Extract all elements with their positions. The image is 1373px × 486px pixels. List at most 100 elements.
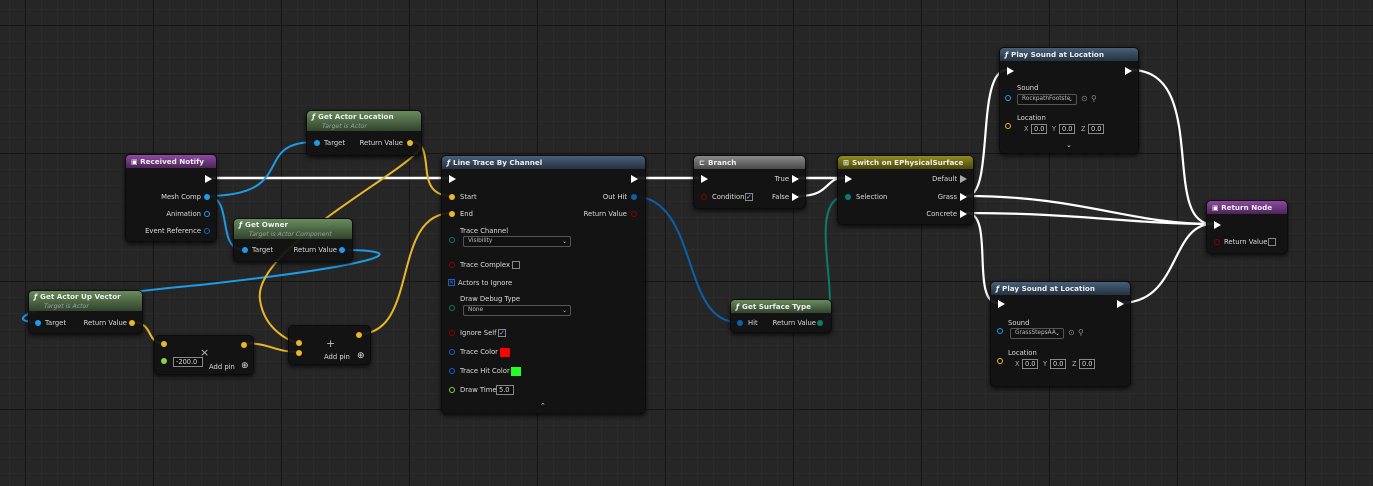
get-owner-return-pin[interactable]: [339, 247, 345, 253]
wire-exec-sound1-return: [1129, 68, 1214, 226]
ignore-self-pin[interactable]: [449, 330, 455, 336]
trace-complex-checkbox[interactable]: [512, 261, 520, 269]
get-actor-location-node[interactable]: ƒ Get Actor Location Target is Actor Targe…: [306, 110, 422, 156]
branch-icon: ⊏: [699, 158, 706, 167]
received-notify-node[interactable]: ▣ Received Notify Mesh Comp Animation Ev…: [125, 154, 217, 242]
branch-condition-checkbox[interactable]: ✓: [745, 193, 753, 201]
play-sound-2-sound-pin[interactable]: [997, 328, 1003, 334]
line-trace-exec-in-pin[interactable]: [449, 175, 456, 183]
switch-default-exec-pin[interactable]: [960, 175, 967, 183]
multiply-node[interactable]: × -200.0 Add pin ⊕: [154, 335, 254, 375]
add-pin-label[interactable]: Add pin: [324, 353, 350, 361]
get-owner-node[interactable]: ƒ Get Owner Target is Actor Component Targ…: [233, 218, 353, 262]
play-sound-1-header: ƒ Play Sound at Location: [1000, 48, 1138, 61]
get-owner-target-pin[interactable]: [242, 247, 248, 253]
play-sound-2-location-y[interactable]: 0.0: [1050, 359, 1066, 369]
line-trace-start-pin[interactable]: [449, 194, 455, 200]
branch-false-exec-pin[interactable]: [792, 193, 799, 201]
return-node-return-pin[interactable]: [1214, 239, 1220, 245]
draw-time-field[interactable]: 5.0: [496, 385, 514, 395]
expand-chevron-icon[interactable]: ⌄: [1066, 141, 1072, 149]
line-trace-return-pin[interactable]: [631, 211, 637, 217]
get-actor-location-return-pin[interactable]: [407, 140, 413, 146]
use-selected-asset-icon[interactable]: ⊙: [1068, 329, 1075, 337]
get-surface-type-return-pin[interactable]: [817, 320, 823, 326]
add-input-a-pin[interactable]: [296, 340, 302, 346]
multiply-input-b-pin[interactable]: [161, 358, 167, 364]
add-node[interactable]: + Add pin ⊕: [288, 325, 371, 365]
switch-exec-in-pin[interactable]: [845, 175, 852, 183]
trace-channel-pin[interactable]: [449, 237, 455, 243]
get-actor-up-vector-target-pin[interactable]: [35, 320, 41, 326]
switch-physical-surface-node[interactable]: ⊞ Switch on EPhysicalSurface Default Sele…: [837, 155, 974, 225]
animation-pin[interactable]: [204, 211, 210, 217]
get-actor-up-vector-return-pin[interactable]: [129, 320, 135, 326]
return-node-return-checkbox[interactable]: [1268, 238, 1276, 246]
play-sound-2-sound-dropdown[interactable]: GrassStepsAA ⌄: [1010, 328, 1064, 339]
add-output-pin[interactable]: [356, 332, 362, 338]
switch-selection-pin[interactable]: [845, 194, 851, 200]
chevron-down-icon: ⌄: [561, 238, 567, 245]
branch-node[interactable]: ⊏ Branch True Condition ✓ False: [693, 155, 806, 209]
draw-time-pin[interactable]: [449, 387, 455, 393]
trace-channel-dropdown[interactable]: Visibility ⌄: [463, 236, 571, 247]
draw-debug-type-dropdown[interactable]: None ⌄: [463, 305, 571, 316]
play-sound-2-location-pin[interactable]: [997, 358, 1003, 364]
draw-debug-type-value: None: [468, 307, 484, 313]
switch-concrete-exec-pin[interactable]: [960, 210, 967, 218]
play-sound-2-location-x[interactable]: 0.0: [1022, 359, 1038, 369]
multiply-value-field[interactable]: -200.0: [173, 357, 203, 367]
play-sound-1-location-z[interactable]: 0.0: [1088, 124, 1104, 134]
branch-condition-pin[interactable]: [701, 194, 707, 200]
return-node-exec-in-pin[interactable]: [1214, 221, 1221, 229]
get-actor-up-vector-node[interactable]: ƒ Get Actor Up Vector Target is Actor Targ…: [28, 290, 143, 334]
draw-debug-type-pin[interactable]: [449, 305, 455, 311]
play-sound-1-location-pin[interactable]: [1005, 123, 1011, 129]
line-trace-end-pin[interactable]: [449, 211, 455, 217]
get-actor-location-target-pin[interactable]: [314, 140, 320, 146]
trace-hit-color-pin[interactable]: [449, 368, 455, 374]
browse-asset-search-icon[interactable]: ⚲: [1078, 329, 1084, 337]
event-reference-pin[interactable]: [204, 228, 210, 234]
switch-grass-exec-pin[interactable]: [960, 193, 967, 201]
trace-complex-pin[interactable]: [449, 262, 455, 268]
y-axis-label: Y: [1052, 125, 1057, 133]
play-sound-2-exec-in-pin[interactable]: [998, 300, 1005, 308]
trace-hit-color-swatch[interactable]: [510, 366, 522, 377]
use-selected-asset-icon[interactable]: ⊙: [1081, 95, 1088, 103]
play-sound-at-location-node-1[interactable]: ƒ Play Sound at Location Sound RockpathFo…: [999, 47, 1139, 154]
z-axis-label: Z: [1081, 125, 1086, 133]
add-input-b-pin[interactable]: [296, 350, 302, 356]
multiply-add-pin-icon[interactable]: ⊕: [241, 362, 249, 371]
received-notify-exec-out-pin[interactable]: [205, 175, 212, 183]
play-sound-1-exec-out-pin[interactable]: [1125, 67, 1132, 75]
multiply-output-pin[interactable]: [241, 342, 247, 348]
collapse-chevron-icon[interactable]: ⌃: [540, 402, 546, 410]
actors-to-ignore-pin[interactable]: ×: [448, 279, 455, 286]
multiply-input-a-pin[interactable]: [161, 341, 167, 347]
play-sound-1-sound-dropdown[interactable]: RockpathFootste ⌄: [1017, 94, 1077, 105]
return-node[interactable]: ▣ Return Node Return Value: [1206, 200, 1288, 254]
trace-color-pin[interactable]: [449, 349, 455, 355]
ignore-self-checkbox[interactable]: ✓: [498, 329, 506, 337]
line-trace-by-channel-node[interactable]: ƒ Line Trace By Channel Start Out Hit End…: [441, 155, 646, 414]
play-sound-1-location-x[interactable]: 0.0: [1031, 124, 1047, 134]
play-sound-1-exec-in-pin[interactable]: [1007, 67, 1014, 75]
play-sound-1-location-y[interactable]: 0.0: [1059, 124, 1075, 134]
play-sound-1-sound-pin[interactable]: [1005, 95, 1011, 101]
play-sound-at-location-node-2[interactable]: ƒ Play Sound at Location Sound GrassSteps…: [990, 281, 1131, 387]
play-sound-2-exec-out-pin[interactable]: [1117, 300, 1124, 308]
play-sound-2-location-z[interactable]: 0.0: [1079, 359, 1095, 369]
get-surface-type-node[interactable]: ƒ Get Surface Type Hit Return Value: [730, 299, 832, 333]
multiply-add-pin-label[interactable]: Add pin: [209, 363, 235, 371]
browse-asset-search-icon[interactable]: ⚲: [1091, 95, 1097, 103]
play-sound-2-header: ƒ Play Sound at Location: [991, 282, 1130, 295]
line-trace-out-hit-pin[interactable]: [631, 194, 637, 200]
mesh-comp-pin[interactable]: [204, 194, 210, 200]
branch-true-exec-pin[interactable]: [792, 175, 799, 183]
trace-color-swatch[interactable]: [499, 347, 511, 358]
line-trace-exec-out-pin[interactable]: [631, 175, 638, 183]
add-pin-icon[interactable]: ⊕: [357, 352, 365, 361]
branch-exec-in-pin[interactable]: [701, 175, 708, 183]
get-surface-type-hit-pin[interactable]: [737, 320, 743, 326]
